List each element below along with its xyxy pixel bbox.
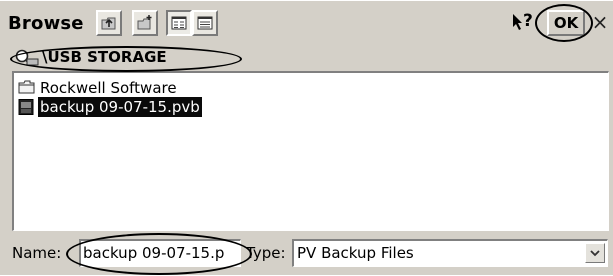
help-button[interactable]: ? [512,11,540,35]
browse-dialog: Browse ? OK × \USB STORAGE Rockwell Soft… [0,0,613,275]
filename-input[interactable]: backup 09-07-15.p [79,239,241,267]
new-folder-button[interactable] [132,10,158,36]
type-label: Type: [246,244,286,262]
chevron-down-icon [590,250,600,257]
path-bar: \USB STORAGE [0,45,613,71]
file-type-select[interactable]: PV Backup Files [292,239,608,267]
toolbar: Browse ? OK × [0,1,613,45]
folder-up-button[interactable] [96,10,122,36]
list-item-label: backup 09-07-15.pvb [38,97,202,117]
help-label: ? [523,11,533,31]
name-label: Name: [12,244,62,262]
new-folder-icon [137,15,152,30]
folder-icon [18,80,35,94]
dialog-title: Browse [8,13,84,34]
details-view-icon [197,16,213,30]
file-icon [18,99,34,115]
list-view-button[interactable] [166,10,192,36]
details-view-button[interactable] [192,10,218,36]
ok-button[interactable]: OK [547,10,585,36]
current-path: \USB STORAGE [42,48,167,66]
dropdown-button[interactable] [585,243,605,263]
file-type-value: PV Backup Files [297,244,414,262]
folder-up-icon [101,17,116,30]
list-item-label: Rockwell Software [40,79,177,97]
search-drive-icon [15,49,39,66]
close-button[interactable]: × [590,11,610,35]
bottom-bar: Name: backup 09-07-15.p Type: PV Backup … [0,231,613,276]
file-list[interactable]: Rockwell Software backup 09-07-15.pvb [12,71,609,231]
list-view-icon [171,16,187,30]
